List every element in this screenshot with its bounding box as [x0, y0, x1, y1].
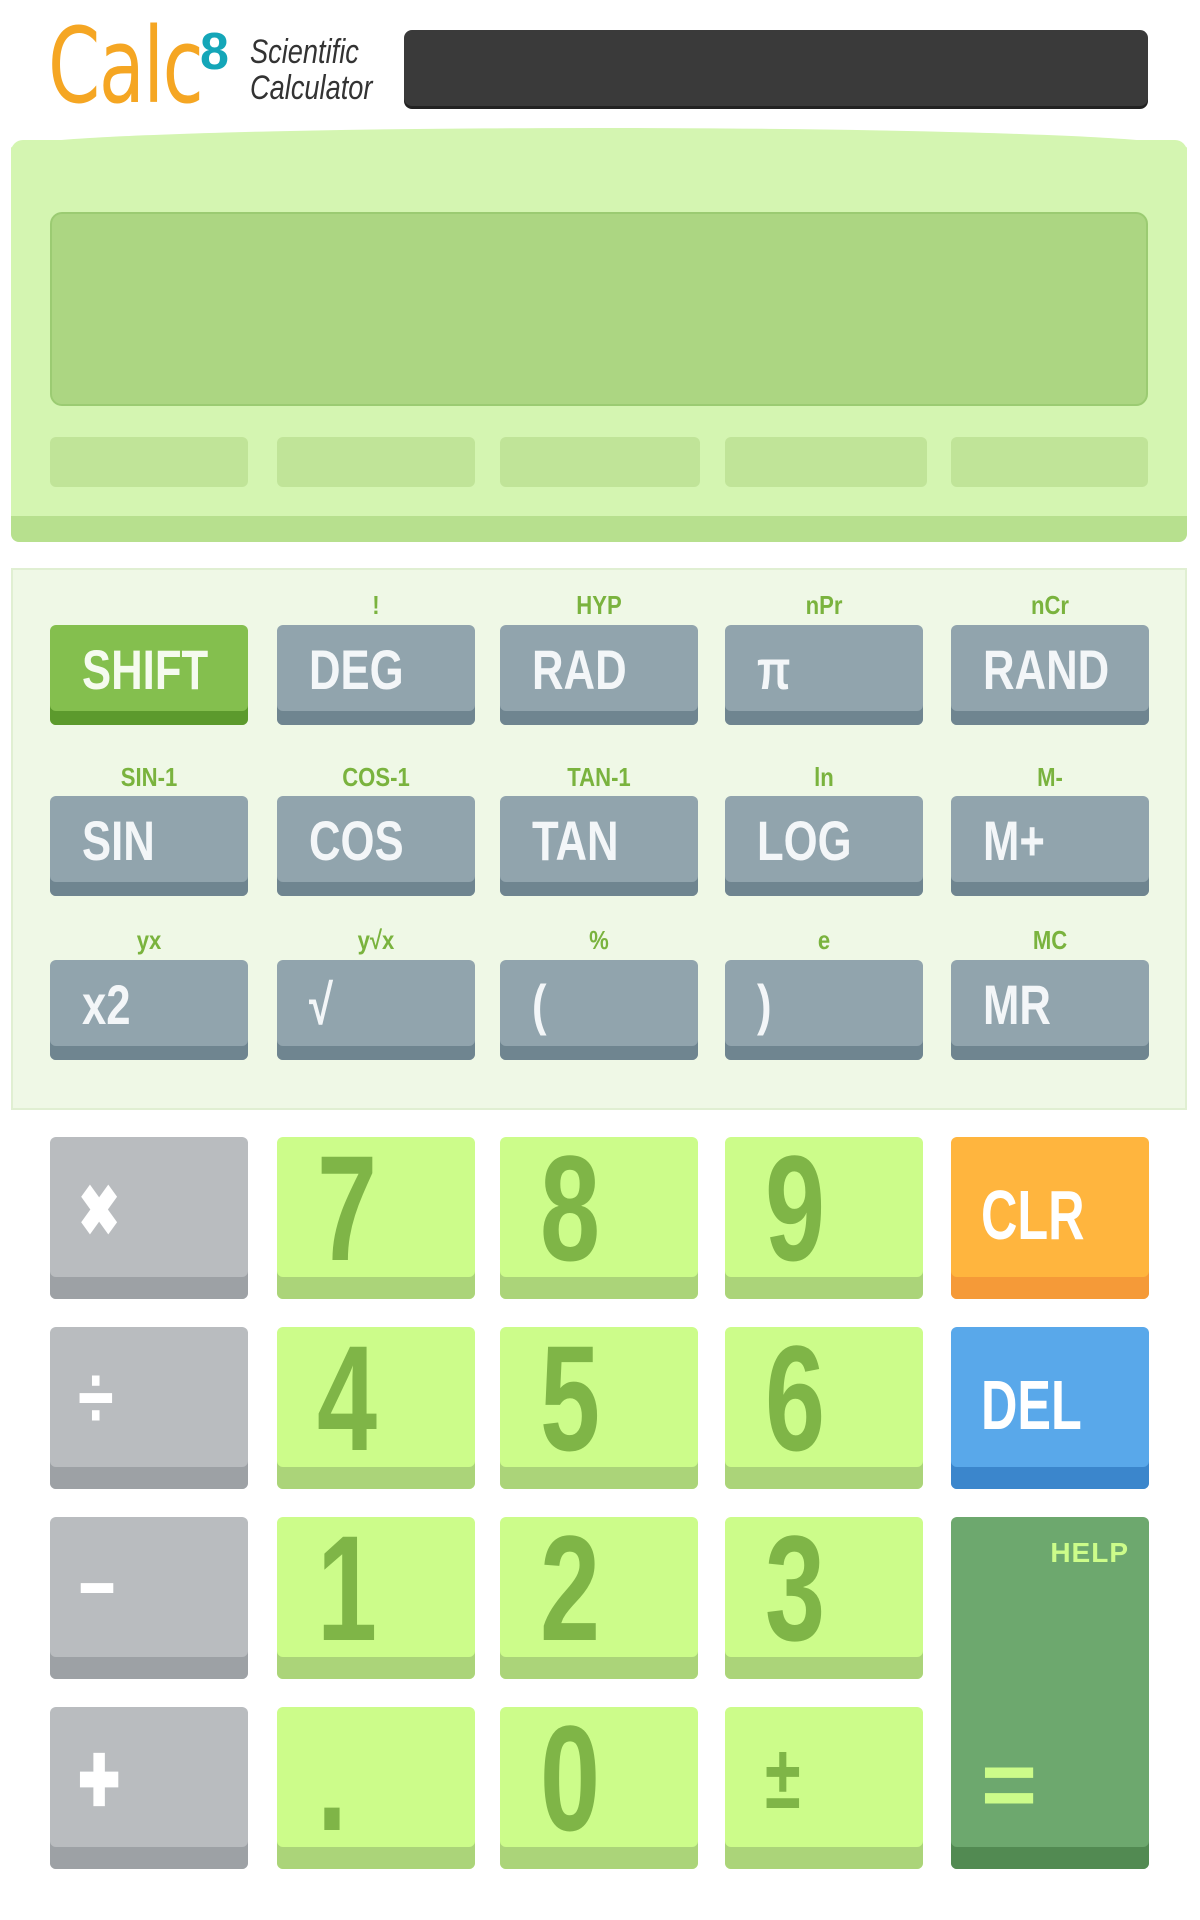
display-indicator-slot	[725, 437, 927, 487]
display-indicator-slot	[277, 437, 475, 487]
digit-5-button[interactable]: 5	[500, 1314, 698, 1489]
app-logo-superscript: 8	[200, 23, 229, 81]
app-subtitle: Scientific Calculator	[250, 34, 372, 106]
display-screen	[50, 212, 1148, 406]
secondary-label-ln: ln	[814, 762, 834, 792]
digit-1-label: 1	[317, 1503, 378, 1672]
sin-button[interactable]: SIN	[50, 796, 248, 896]
digit-3-label: 3	[765, 1503, 826, 1672]
app-logo: Calc	[48, 5, 204, 127]
shift-label: SHIFT	[82, 637, 209, 701]
plus-icon: ✚	[78, 1742, 121, 1820]
equals-button[interactable]: HELP =	[951, 1517, 1149, 1869]
plus-button[interactable]: ✚	[50, 1707, 248, 1869]
secondary-label-npr: nPr	[805, 590, 843, 620]
rad-label: RAD	[532, 637, 627, 701]
m-plus-button[interactable]: M+	[951, 796, 1149, 896]
equals-icon: =	[981, 1731, 1038, 1838]
secondary-label-ncr: nCr	[1030, 590, 1070, 620]
decimal-point-button[interactable]: .	[277, 1694, 475, 1869]
display-indicator-slot	[500, 437, 700, 487]
open-paren-label: (	[532, 972, 547, 1036]
square-button[interactable]: x2	[50, 960, 248, 1060]
divide-button[interactable]: ÷	[50, 1327, 248, 1489]
secondary-label-nth-root: y√x	[357, 925, 395, 955]
pi-button[interactable]: π	[725, 625, 923, 725]
plus-minus-icon: ±	[765, 1727, 801, 1828]
log-label: LOG	[757, 808, 852, 872]
digit-7-label: 7	[317, 1123, 378, 1292]
rad-button[interactable]: RAD	[500, 625, 698, 725]
digit-2-button[interactable]: 2	[500, 1504, 698, 1679]
shift-button[interactable]: SHIFT	[50, 625, 248, 725]
sin-label: SIN	[82, 808, 155, 872]
secondary-label-mc: MC	[1032, 925, 1068, 955]
clear-label: CLR	[981, 1176, 1085, 1254]
secondary-label-atan: TAN-1	[567, 762, 631, 792]
digit-8-label: 8	[540, 1123, 601, 1292]
secondary-label-factorial: !	[372, 590, 380, 620]
log-button[interactable]: LOG	[725, 796, 923, 896]
secondary-label-asin: SIN-1	[120, 762, 178, 792]
multiply-button[interactable]: ✖	[50, 1137, 248, 1299]
clear-button[interactable]: CLR	[951, 1137, 1149, 1299]
secondary-label-percent: %	[589, 925, 609, 955]
decimal-point-label: .	[317, 1693, 348, 1862]
digit-2-label: 2	[540, 1503, 601, 1672]
secondary-label-acos: COS-1	[342, 762, 410, 792]
m-plus-label: M+	[983, 808, 1045, 872]
minus-button[interactable]: −	[50, 1517, 248, 1679]
digit-8-button[interactable]: 8	[500, 1124, 698, 1299]
digit-6-button[interactable]: 6	[725, 1314, 923, 1489]
rand-label: RAND	[983, 637, 1110, 701]
digit-5-label: 5	[540, 1313, 601, 1482]
digit-7-button[interactable]: 7	[277, 1124, 475, 1299]
digit-4-button[interactable]: 4	[277, 1314, 475, 1489]
digit-6-label: 6	[765, 1313, 826, 1482]
open-paren-button[interactable]: (	[500, 960, 698, 1060]
multiply-icon: ✖	[78, 1172, 121, 1250]
sqrt-label: √	[309, 972, 333, 1036]
cos-label: COS	[309, 808, 404, 872]
top-banner-bar	[404, 30, 1148, 106]
digit-0-button[interactable]: 0	[500, 1694, 698, 1869]
deg-button[interactable]: DEG	[277, 625, 475, 725]
mr-label: MR	[983, 972, 1051, 1036]
close-paren-button[interactable]: )	[725, 960, 923, 1060]
rand-button[interactable]: RAND	[951, 625, 1149, 725]
secondary-label-e: e	[817, 925, 831, 955]
close-paren-label: )	[757, 972, 772, 1036]
deg-label: DEG	[309, 637, 404, 701]
digit-3-button[interactable]: 3	[725, 1504, 923, 1679]
divide-icon: ÷	[78, 1347, 114, 1448]
mr-button[interactable]: MR	[951, 960, 1149, 1060]
secondary-label-m-minus: M-	[1037, 762, 1063, 792]
delete-button[interactable]: DEL	[951, 1327, 1149, 1489]
digit-1-button[interactable]: 1	[277, 1504, 475, 1679]
subtitle-line-1: Scientific	[250, 33, 359, 71]
display-indicator-slot	[50, 437, 248, 487]
sqrt-button[interactable]: √	[277, 960, 475, 1060]
tan-label: TAN	[532, 808, 619, 872]
secondary-label-hyp: HYP	[576, 590, 622, 620]
plus-minus-button[interactable]: ±	[725, 1707, 923, 1869]
secondary-label-power: yx	[136, 925, 162, 955]
delete-label: DEL	[981, 1366, 1082, 1444]
square-label: x2	[82, 972, 131, 1036]
digit-4-label: 4	[317, 1313, 378, 1482]
pi-label: π	[757, 637, 791, 701]
subtitle-line-2: Calculator	[250, 69, 373, 107]
digit-9-button[interactable]: 9	[725, 1124, 923, 1299]
digit-0-label: 0	[540, 1693, 601, 1862]
tan-button[interactable]: TAN	[500, 796, 698, 896]
digit-9-label: 9	[765, 1123, 826, 1292]
help-label[interactable]: HELP	[1050, 1537, 1129, 1569]
display-indicator-slot	[951, 437, 1148, 487]
cos-button[interactable]: COS	[277, 796, 475, 896]
minus-icon: −	[78, 1537, 116, 1638]
